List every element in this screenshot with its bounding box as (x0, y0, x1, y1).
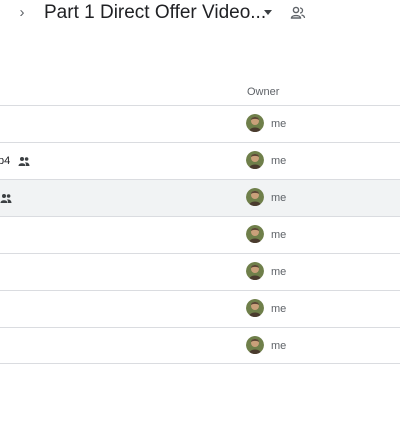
shared-folder-icon[interactable] (290, 5, 306, 21)
folder-title[interactable]: Part 1 Direct Offer Video... (44, 1, 266, 25)
avatar (246, 336, 264, 354)
drive-file-list-page: › Part 1 Direct Offer Video... Owner me p… (0, 0, 400, 424)
avatar (246, 299, 264, 317)
table-row[interactable]: me (0, 253, 400, 290)
table-row[interactable]: p4 me (0, 142, 400, 179)
owner-label: me (271, 340, 287, 352)
avatar (246, 114, 264, 132)
owner-label: me (271, 192, 287, 204)
table-row[interactable]: me (0, 179, 400, 216)
avatar (246, 151, 264, 169)
chevron-right-icon[interactable]: › (16, 3, 28, 23)
avatar (246, 262, 264, 280)
file-name[interactable]: p4 (0, 154, 10, 168)
owner-column-header[interactable]: Owner (247, 85, 279, 99)
owner-label: me (271, 266, 287, 278)
table-row[interactable]: me (0, 327, 400, 364)
table-row[interactable]: me (0, 290, 400, 327)
caret-down-icon[interactable] (264, 10, 272, 15)
shared-icon (0, 194, 12, 203)
owner-label: me (271, 303, 287, 315)
owner-label: me (271, 229, 287, 241)
breadcrumb: › Part 1 Direct Offer Video... (0, 0, 400, 28)
table-row[interactable]: me (0, 216, 400, 253)
file-table: me p4 me me me me me me (0, 105, 400, 364)
avatar (246, 225, 264, 243)
owner-label: me (271, 118, 287, 130)
table-row[interactable]: me (0, 105, 400, 142)
owner-label: me (271, 155, 287, 167)
avatar (246, 188, 264, 206)
shared-icon (18, 157, 30, 166)
